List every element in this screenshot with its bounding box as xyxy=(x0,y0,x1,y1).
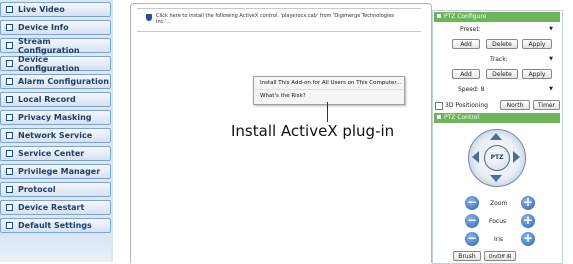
track-select[interactable]: Track: ▼ xyxy=(452,54,556,65)
preset-delete-button[interactable]: Delete xyxy=(486,39,518,49)
activex-info-bar[interactable]: Click here to install the following Acti… xyxy=(137,8,421,32)
sidebar-item-device-configuration[interactable]: Device Configuration xyxy=(0,54,111,73)
arrow-left-icon[interactable] xyxy=(472,151,479,163)
focus-plus-button[interactable]: + xyxy=(521,214,535,228)
ir-toggle-button[interactable]: On/Off IR xyxy=(484,251,516,261)
sidebar-item-label: Stream Configuration xyxy=(18,36,80,55)
menu-item-icon xyxy=(6,60,13,67)
menu-divider xyxy=(255,89,403,90)
menu-item-icon xyxy=(6,168,13,175)
menu-item-icon xyxy=(6,78,13,85)
info-bar-message: Click here to install the following Acti… xyxy=(156,13,395,25)
section-icon xyxy=(437,14,441,18)
menu-item-icon xyxy=(6,222,13,229)
chevron-down-icon: ▼ xyxy=(549,86,553,92)
sidebar-item-label: Device Restart xyxy=(18,203,85,212)
sidebar-item-alarm-configuration[interactable]: Alarm Configuration xyxy=(0,74,111,89)
sidebar-item-label: Protocol xyxy=(18,185,56,194)
sidebar-item-live-video[interactable]: Live Video xyxy=(0,2,111,17)
menu-item-icon xyxy=(6,204,13,211)
sidebar-item-local-record[interactable]: Local Record xyxy=(0,92,111,107)
sidebar-item-network-service[interactable]: Network Service xyxy=(0,128,111,143)
sidebar-item-privilege-manager[interactable]: Privilege Manager xyxy=(0,164,111,179)
zoom-label: Zoom xyxy=(490,200,508,207)
zoom-out-button[interactable]: − xyxy=(465,196,479,210)
3d-positioning-label: 3D Positioning xyxy=(445,102,488,109)
focus-label: Focus xyxy=(489,218,507,225)
track-add-button[interactable]: Add xyxy=(452,69,480,79)
sidebar-item-label: Default Settings xyxy=(18,221,92,230)
track-label: Track: xyxy=(490,56,508,63)
whats-the-risk-menu-item[interactable]: What's the Risk? xyxy=(260,93,306,99)
sidebar-item-label: Local Record xyxy=(18,95,76,104)
focus-minus-button[interactable]: − xyxy=(465,214,479,228)
preset-apply-button[interactable]: Apply xyxy=(522,39,552,49)
brush-button[interactable]: Brush xyxy=(453,251,481,261)
iris-plus-button[interactable]: + xyxy=(521,232,535,246)
menu-item-icon xyxy=(6,186,13,193)
menu-item-icon xyxy=(6,6,13,13)
callout-line xyxy=(327,102,328,122)
sidebar-item-label: Network Service xyxy=(18,131,93,140)
sidebar-item-privacy-masking[interactable]: Privacy Masking xyxy=(0,110,111,125)
sidebar-item-default-settings[interactable]: Default Settings xyxy=(0,218,111,233)
sidebar-item-label: Privacy Masking xyxy=(18,113,92,122)
sidebar-item-label: Live Video xyxy=(18,5,65,14)
ptz-configure-header: PTZ Configure xyxy=(434,12,560,22)
preset-add-button[interactable]: Add xyxy=(452,39,480,49)
sidebar: Live Video Device Info Stream Configurat… xyxy=(0,0,113,262)
menu-item-icon xyxy=(6,24,13,31)
sidebar-item-label: Alarm Configuration xyxy=(18,77,109,86)
arrow-up-icon[interactable] xyxy=(490,133,502,140)
ptz-control-title: PTZ Control xyxy=(444,114,479,121)
iris-label: Iris xyxy=(494,236,504,243)
preset-select[interactable]: Preset: ▼ xyxy=(452,24,556,35)
sidebar-item-protocol[interactable]: Protocol xyxy=(0,182,111,197)
3d-positioning-checkbox[interactable] xyxy=(435,102,443,110)
track-delete-button[interactable]: Delete xyxy=(486,69,518,79)
speed-label: Speed: 8 xyxy=(458,86,485,93)
zoom-in-button[interactable]: + xyxy=(521,196,535,210)
ptz-control-header: PTZ Control xyxy=(434,113,560,123)
install-addon-menu-item[interactable]: Install This Add-on for All Users on Thi… xyxy=(260,80,401,86)
sidebar-item-stream-configuration[interactable]: Stream Configuration xyxy=(0,36,111,55)
chevron-down-icon: ▼ xyxy=(549,26,553,32)
callout-caption: Install ActiveX plug-in xyxy=(231,122,395,140)
menu-item-icon xyxy=(6,150,13,157)
sidebar-item-service-center[interactable]: Service Center xyxy=(0,146,111,161)
sidebar-item-label: Device Configuration xyxy=(18,54,80,73)
arrow-right-icon[interactable] xyxy=(513,151,520,163)
speed-select[interactable]: Speed: 8 ▼ xyxy=(452,84,556,95)
arrow-down-icon[interactable] xyxy=(490,175,502,182)
menu-item-icon xyxy=(6,114,13,121)
sidebar-item-label: Service Center xyxy=(18,149,85,158)
chevron-down-icon: ▼ xyxy=(549,56,553,62)
activex-context-menu: Install This Add-on for All Users on Thi… xyxy=(253,76,405,105)
menu-item-icon xyxy=(6,96,13,103)
shield-icon xyxy=(146,14,152,21)
section-icon xyxy=(437,115,441,119)
north-button[interactable]: North xyxy=(500,100,530,110)
timer-button[interactable]: Timer xyxy=(533,100,560,110)
sidebar-item-device-info[interactable]: Device Info xyxy=(0,20,111,35)
ptz-center-button[interactable]: PTZ xyxy=(484,145,510,171)
track-apply-button[interactable]: Apply xyxy=(522,69,552,79)
sidebar-item-device-restart[interactable]: Device Restart xyxy=(0,200,111,215)
menu-item-icon xyxy=(6,132,13,139)
sidebar-item-label: Privilege Manager xyxy=(18,167,101,176)
preset-label: Preset: xyxy=(460,26,481,33)
sidebar-item-label: Device Info xyxy=(18,23,69,32)
ptz-configure-title: PTZ Configure xyxy=(444,13,487,20)
menu-item-icon xyxy=(6,42,13,49)
iris-minus-button[interactable]: − xyxy=(465,232,479,246)
